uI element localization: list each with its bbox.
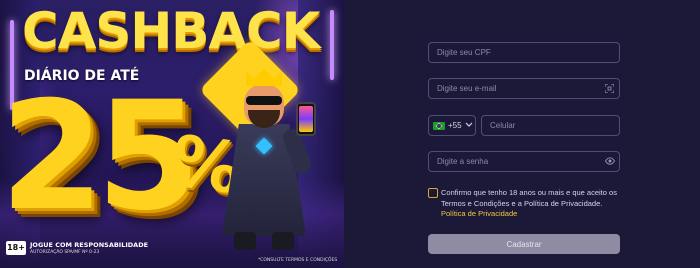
- country-code-select[interactable]: +55: [428, 115, 476, 136]
- country-code-label: +55: [448, 121, 462, 130]
- eye-icon[interactable]: [604, 157, 616, 167]
- privacy-policy-link[interactable]: Política de Privacidade: [441, 209, 517, 218]
- password-input[interactable]: [428, 151, 620, 172]
- phone-input[interactable]: [481, 115, 620, 136]
- register-button[interactable]: Cadastrar: [428, 234, 620, 254]
- authorization-text: AUTORIZAÇÃO SPA/MF Nº 0-23: [30, 250, 100, 255]
- scan-icon[interactable]: [604, 83, 615, 95]
- brazil-flag-icon: [433, 121, 445, 130]
- promo-banner: CASHBACK DIÁRIO DE ATÉ 25 % 18+ JOGUE CO…: [0, 0, 344, 268]
- terms-checkbox[interactable]: [428, 188, 438, 198]
- cpf-input[interactable]: [428, 42, 620, 63]
- age-restriction-badge: 18+: [6, 241, 26, 255]
- email-input[interactable]: [428, 78, 620, 99]
- terms-label: Confirmo que tenho 18 anos ou mais e que…: [441, 188, 617, 208]
- responsible-gaming-text: JOGUE COM RESPONSABILIDADE: [30, 241, 149, 249]
- mascot-phone-screen: [299, 106, 313, 132]
- mascot-boot-left: [234, 232, 256, 250]
- terms-note: *CONSULTE TERMOS E CONDIÇÕES: [258, 258, 338, 263]
- mascot-boot-right: [272, 232, 294, 250]
- mascot-king-illustration: [199, 39, 330, 254]
- mascot-sunglasses: [246, 96, 282, 105]
- chevron-down-icon: [465, 122, 473, 130]
- promo-percentage-number: 25: [0, 70, 201, 244]
- neon-sign-right: [330, 10, 334, 80]
